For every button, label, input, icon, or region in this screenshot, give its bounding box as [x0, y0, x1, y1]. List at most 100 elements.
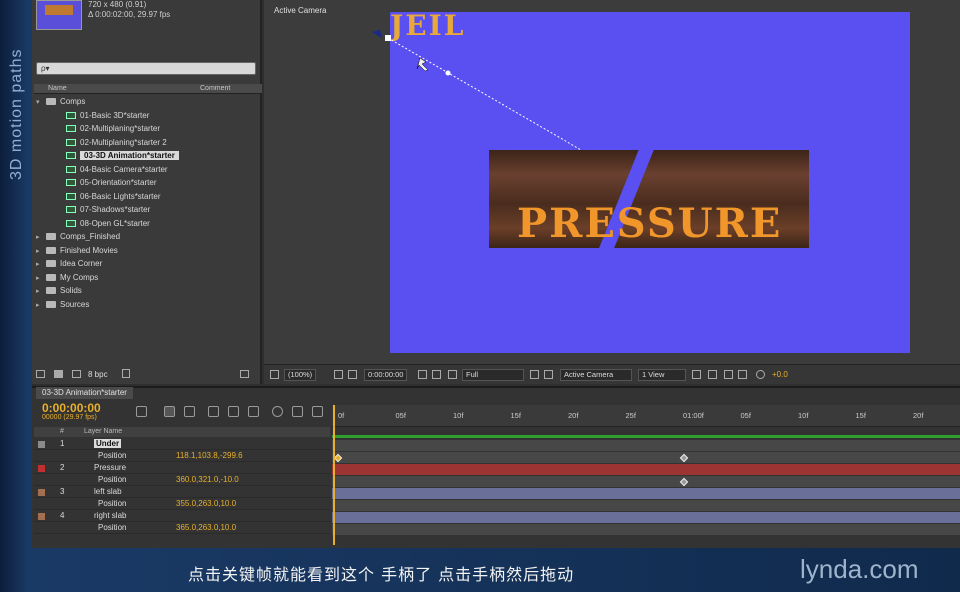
brainstorm-icon[interactable] [292, 406, 303, 417]
comp-item[interactable]: 02-Multiplaning*starter [34, 122, 262, 136]
expand-arrow-icon[interactable]: ▾ [36, 96, 46, 110]
always-preview-icon[interactable] [270, 370, 279, 379]
track-left-slab-position[interactable] [332, 500, 960, 511]
zoom-select[interactable]: (100%) [284, 369, 317, 381]
label-color-swatch[interactable] [38, 441, 45, 448]
flowchart-icon[interactable] [738, 370, 747, 379]
comp-item[interactable]: 06-Basic Lights*starter [34, 190, 262, 204]
layer-name[interactable]: Under [94, 439, 122, 448]
interpret-footage-icon[interactable] [36, 370, 45, 378]
property-row[interactable]: Position 365.0,263.0,10.0 [34, 522, 330, 534]
transparency-grid-icon[interactable] [544, 370, 553, 379]
path-vertex[interactable] [445, 70, 451, 76]
folder-item[interactable]: ▸ Sources [34, 298, 262, 312]
label-color-swatch[interactable] [38, 489, 45, 496]
keyframe-point[interactable] [385, 35, 391, 41]
column-comment[interactable]: Comment [200, 84, 230, 94]
channel-icon[interactable] [432, 370, 441, 379]
hide-shy-icon[interactable] [208, 406, 219, 417]
exposure-value[interactable]: +0.0 [772, 370, 788, 379]
folder-item[interactable]: ▾ Comps [34, 95, 262, 109]
pressure-layer[interactable]: PRESSURE [489, 150, 809, 248]
current-time-field[interactable]: 0:00:00:00 [364, 369, 408, 381]
folder-item[interactable]: ▸ Idea Corner [34, 257, 262, 271]
folder-item[interactable]: ▸ Finished Movies [34, 244, 262, 258]
snapshot-icon[interactable] [418, 370, 427, 379]
track-under-position[interactable] [332, 452, 960, 463]
expand-arrow-icon[interactable]: ▸ [36, 231, 46, 245]
layer-name[interactable]: right slab [94, 511, 126, 520]
position-value[interactable]: 355.0,263.0,10.0 [176, 498, 236, 510]
layer-name[interactable]: left slab [94, 487, 122, 496]
fast-preview-icon[interactable] [708, 370, 717, 379]
property-row[interactable]: Position 360.0,321.0,-10.0 [34, 474, 330, 486]
time-ruler[interactable]: 0f 05f 10f 15f 20f 25f 01:00f 05f 10f 15f 20f [332, 405, 960, 427]
comp-item[interactable]: 02-Multiplaning*starter 2 [34, 136, 262, 150]
layer-name-header[interactable]: Layer Name [84, 427, 122, 437]
expand-arrow-icon[interactable]: ▸ [36, 258, 46, 272]
resolution-select[interactable]: Full [462, 369, 524, 381]
layer-name[interactable]: Pressure [94, 463, 126, 472]
frame-blending-icon[interactable] [228, 406, 239, 417]
expand-arrow-icon[interactable]: ▸ [36, 299, 46, 313]
layer-row[interactable]: 2 Pressure [34, 462, 330, 474]
label-color-swatch[interactable] [38, 465, 45, 472]
region-of-interest-icon[interactable] [530, 370, 539, 379]
column-name[interactable]: Name [48, 84, 67, 94]
comp-item[interactable]: 07-Shadows*starter [34, 203, 262, 217]
track-right-slab[interactable] [332, 512, 960, 523]
new-comp-icon[interactable] [72, 370, 81, 378]
comp-item[interactable]: 01-Basic 3D*starter [34, 109, 262, 123]
keyframe[interactable] [333, 453, 343, 463]
track-pressure-position[interactable] [332, 476, 960, 487]
property-row[interactable]: Position 118.1,103.8,-299.6 [34, 450, 330, 462]
keyframe[interactable] [679, 453, 689, 463]
timeline-timecode[interactable]: 0:00:00:00 [42, 401, 101, 415]
flowchart-icon[interactable] [312, 406, 323, 417]
expand-arrow-icon[interactable]: ▸ [36, 245, 46, 259]
comp-item[interactable]: 04-Basic Camera*starter [34, 163, 262, 177]
comp-item[interactable]: 03-3D Animation*starter [34, 149, 262, 163]
layer-row[interactable]: 3 left slab [34, 486, 330, 498]
trash-icon[interactable] [122, 369, 130, 378]
folder-item[interactable]: ▸ Comps_Finished [34, 230, 262, 244]
expand-arrow-icon[interactable]: ▸ [36, 272, 46, 286]
exposure-reset-icon[interactable] [756, 370, 765, 379]
track-under[interactable] [332, 440, 960, 451]
folder-item[interactable]: ▸ Solids [34, 284, 262, 298]
comp-item[interactable]: 05-Orientation*starter [34, 176, 262, 190]
comp-item[interactable]: 08-Open GL*starter [34, 217, 262, 231]
work-area-bar[interactable] [332, 435, 960, 438]
bpc-button[interactable]: 8 bpc [88, 370, 108, 379]
toggle-pixel-icon[interactable] [692, 370, 701, 379]
keyframe[interactable] [679, 477, 689, 487]
view-layout-select[interactable]: 1 View [638, 369, 686, 381]
layer-row[interactable]: 4 right slab [34, 510, 330, 522]
position-value[interactable]: 360.0,321.0,-10.0 [176, 474, 239, 486]
expand-arrow-icon[interactable]: ▸ [36, 285, 46, 299]
layer-row[interactable]: 1 Under [34, 438, 330, 450]
position-value[interactable]: 365.0,263.0,10.0 [176, 522, 236, 534]
search-layers-icon[interactable] [136, 406, 147, 417]
camera-select[interactable]: Active Camera [560, 369, 632, 381]
comp-mini-flowchart-icon[interactable] [164, 406, 175, 417]
safe-areas-icon[interactable] [334, 370, 343, 379]
new-folder-icon[interactable] [54, 370, 63, 378]
draft-3d-icon[interactable] [184, 406, 195, 417]
track-right-slab-position[interactable] [332, 524, 960, 535]
label-color-swatch[interactable] [38, 513, 45, 520]
graph-editor-icon[interactable] [272, 406, 283, 417]
folder-item[interactable]: ▸ My Comps [34, 271, 262, 285]
search-input[interactable]: ρ▾ [36, 62, 256, 75]
mask-view-icon[interactable] [348, 370, 357, 379]
timeline-icon[interactable] [724, 370, 733, 379]
layer-tracks[interactable] [332, 427, 960, 547]
panel-menu-icon[interactable] [240, 370, 249, 378]
color-channel-icon[interactable] [448, 370, 457, 379]
tab-timeline-comp[interactable]: 03-3D Animation*starter [36, 387, 133, 399]
track-left-slab[interactable] [332, 488, 960, 499]
track-pressure[interactable] [332, 464, 960, 475]
current-time-indicator[interactable] [333, 405, 335, 545]
property-row[interactable]: Position 355.0,263.0,10.0 [34, 498, 330, 510]
motion-blur-icon[interactable] [248, 406, 259, 417]
